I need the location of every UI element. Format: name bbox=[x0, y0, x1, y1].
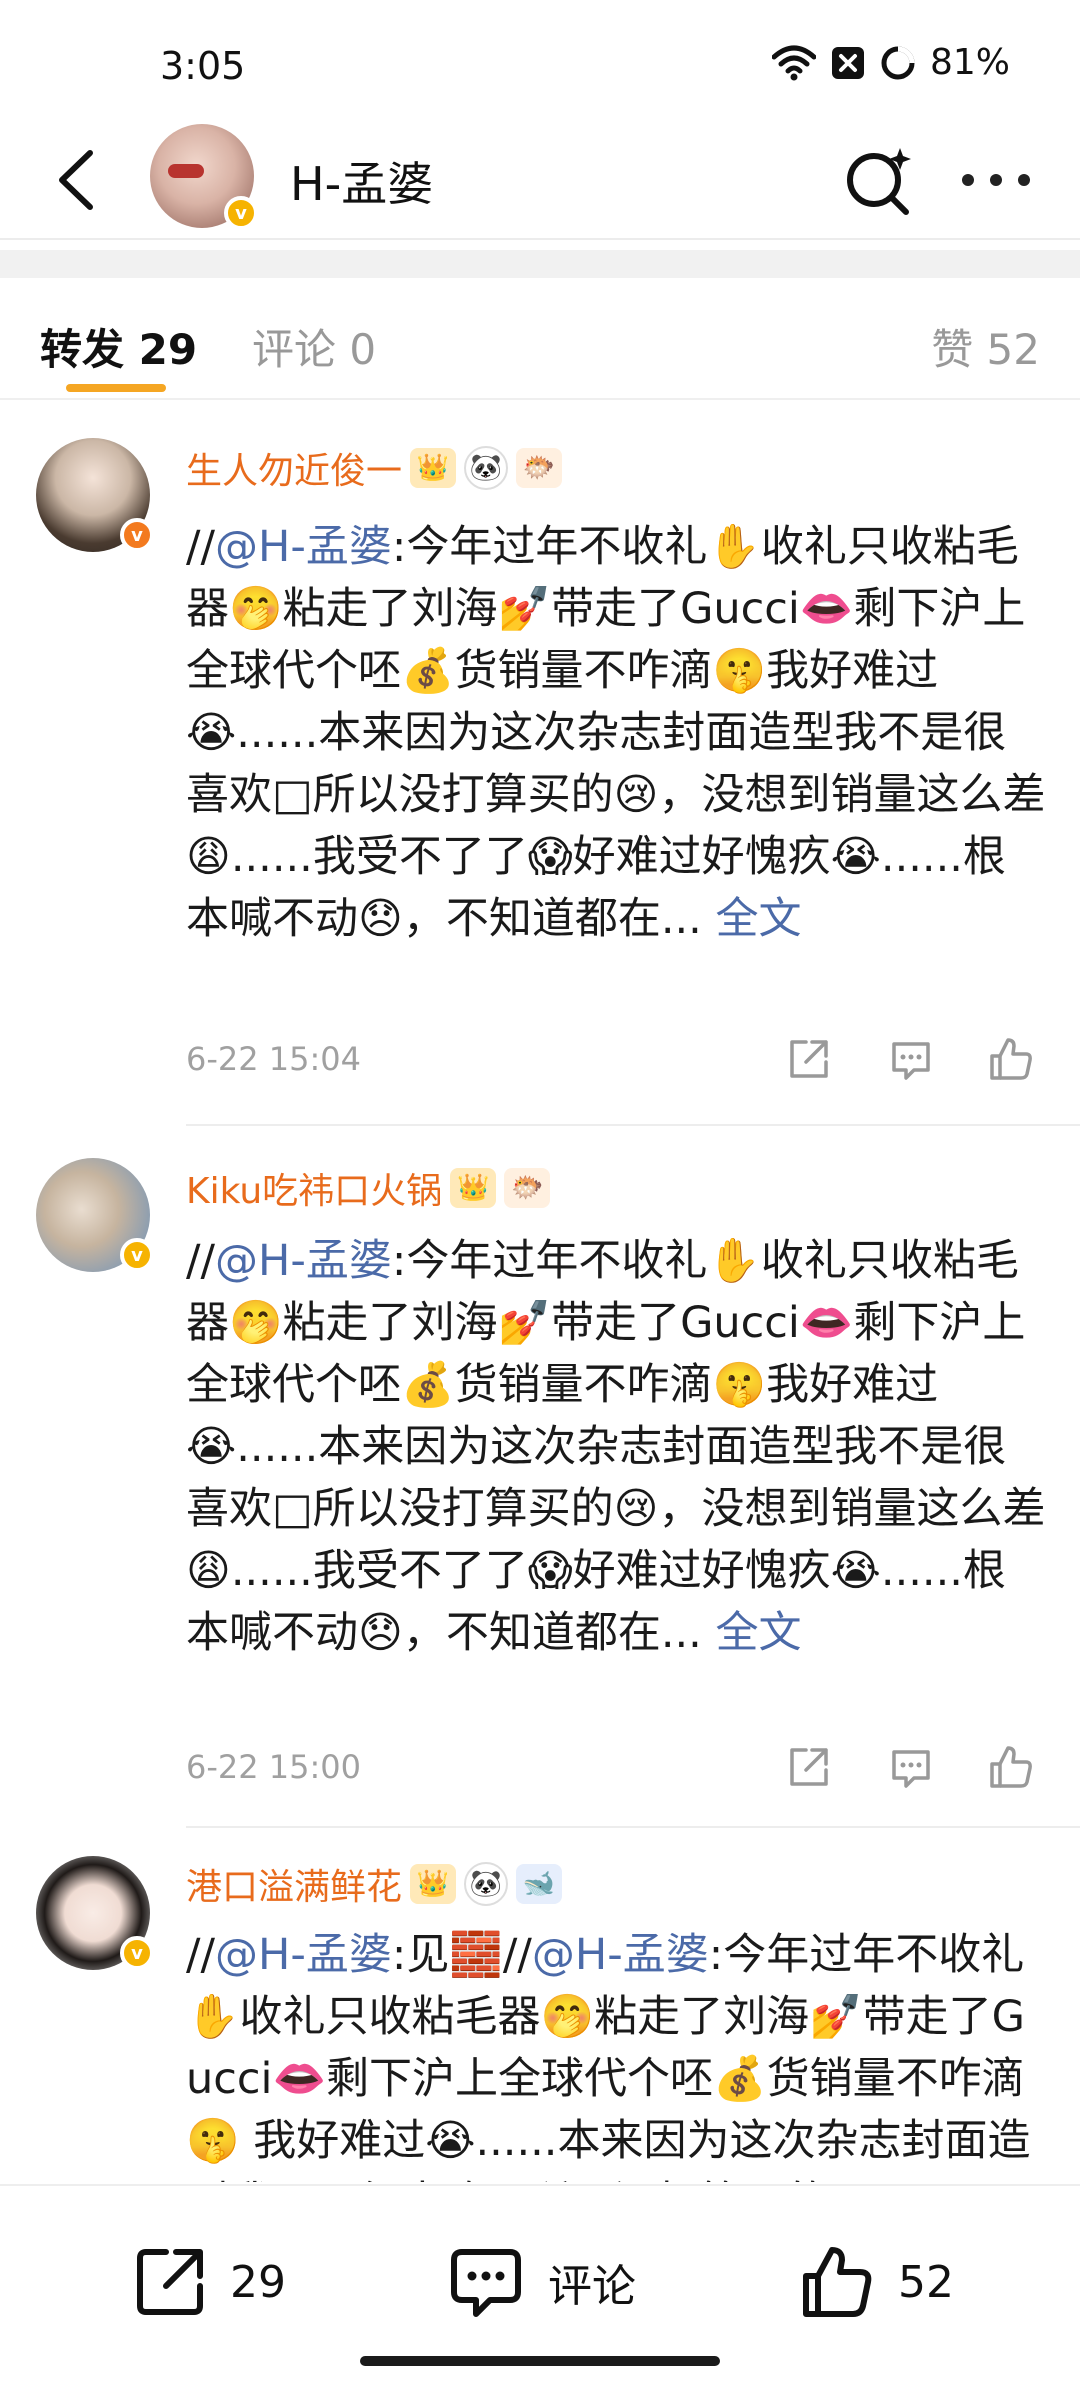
crown-badge-icon: 👑 bbox=[410, 448, 457, 488]
repost-icon bbox=[137, 2249, 203, 2315]
sim-off-icon bbox=[830, 45, 866, 81]
thumbs-up-icon bbox=[990, 1746, 1032, 1788]
username[interactable]: 生人勿近俊一 👑 🐼 🐡 bbox=[186, 442, 563, 494]
post-text: //@H-孟婆:见🧱//@H-孟婆:今年过年不收礼✋收礼只收粘毛器🤭粘走了刘海💅… bbox=[186, 1930, 1031, 2182]
more-button[interactable] bbox=[956, 150, 1036, 210]
avatar[interactable]: v bbox=[36, 438, 154, 552]
verified-badge-icon: v bbox=[120, 1238, 154, 1272]
like-count: 52 bbox=[898, 2256, 954, 2308]
comment-label: 评论 bbox=[548, 2261, 636, 2312]
more-dots-icon bbox=[962, 174, 974, 186]
repost-button[interactable]: 29 bbox=[132, 2244, 286, 2320]
header-avatar[interactable]: v bbox=[150, 124, 258, 230]
mention-link[interactable]: @H-孟婆 bbox=[532, 1930, 709, 1980]
back-button[interactable] bbox=[36, 140, 116, 220]
divider-band bbox=[0, 250, 1080, 278]
share-icon bbox=[790, 1040, 828, 1078]
post-meta: 6-22 15:04 bbox=[186, 1030, 1046, 1090]
divider bbox=[186, 1826, 1080, 1828]
bottom-action-bar: 29 评论 52 bbox=[0, 2184, 1080, 2400]
panda-badge-icon: 🐼 bbox=[464, 446, 509, 490]
comment-icon bbox=[451, 2249, 521, 2317]
crown-badge-icon: 👑 bbox=[410, 1864, 457, 1904]
comment-button[interactable] bbox=[886, 1742, 936, 1792]
search-button[interactable] bbox=[842, 142, 918, 218]
active-tab-indicator bbox=[66, 384, 166, 392]
comment-button[interactable] bbox=[886, 1034, 936, 1084]
page-title: H-孟婆 bbox=[290, 157, 434, 211]
comment-action-button[interactable]: 评论 bbox=[446, 2244, 636, 2320]
username[interactable]: 港口溢满鲜花 👑 🐼 🐋 bbox=[186, 1858, 563, 1910]
whale-badge-icon: 🐋 bbox=[516, 1864, 563, 1904]
avatar[interactable]: v bbox=[36, 1856, 154, 1970]
back-arrow-icon bbox=[59, 150, 93, 210]
comment-icon bbox=[892, 1750, 930, 1788]
timestamp: 6-22 15:00 bbox=[186, 1748, 362, 1786]
status-icons: 81% bbox=[771, 42, 1010, 83]
repost-count: 29 bbox=[230, 2256, 286, 2308]
panda-badge-icon: 🐼 bbox=[464, 1862, 509, 1906]
home-indicator[interactable] bbox=[360, 2356, 720, 2366]
share-icon bbox=[790, 1748, 828, 1786]
full-text-link[interactable]: 全文 bbox=[716, 1608, 802, 1658]
verified-badge-icon: v bbox=[120, 1936, 154, 1970]
status-time: 3:05 bbox=[160, 44, 246, 88]
post-meta: 6-22 15:00 bbox=[186, 1738, 1046, 1798]
post-text: //@H-孟婆:今年过年不收礼✋收礼只收粘毛器🤭粘走了刘海💅带走了Gucci👄剩… bbox=[186, 1236, 1046, 1658]
like-button[interactable] bbox=[986, 1742, 1036, 1792]
avatar[interactable]: v bbox=[36, 1158, 154, 1272]
tab-reposts[interactable]: 转发 29 bbox=[40, 316, 197, 377]
thumbs-up-icon bbox=[990, 1038, 1032, 1080]
post-text: //@H-孟婆:今年过年不收礼✋收礼只收粘毛器🤭粘走了刘海💅带走了Gucci👄剩… bbox=[186, 522, 1046, 944]
thumbs-up-icon bbox=[803, 2247, 872, 2317]
top-header: v H-孟婆 bbox=[0, 120, 1080, 240]
wifi-icon bbox=[771, 45, 816, 81]
mention-link[interactable]: @H-孟婆 bbox=[215, 522, 392, 572]
fish-badge-icon: 🐡 bbox=[504, 1168, 551, 1208]
mention-link[interactable]: @H-孟婆 bbox=[215, 1930, 392, 1980]
share-button[interactable] bbox=[784, 1742, 834, 1792]
status-bar: 3:05 81% bbox=[0, 0, 1080, 120]
tab-comments[interactable]: 评论 0 bbox=[252, 316, 376, 377]
divider bbox=[0, 238, 1080, 240]
fish-badge-icon: 🐡 bbox=[516, 448, 563, 488]
full-text-link[interactable]: 全文 bbox=[716, 894, 802, 944]
timestamp: 6-22 15:04 bbox=[186, 1040, 362, 1078]
battery-ring-icon bbox=[880, 45, 916, 81]
crown-badge-icon: 👑 bbox=[450, 1168, 497, 1208]
tab-likes[interactable]: 赞 52 bbox=[931, 316, 1040, 377]
comment-icon bbox=[892, 1042, 930, 1080]
like-button[interactable] bbox=[986, 1034, 1036, 1084]
share-button[interactable] bbox=[784, 1034, 834, 1084]
tab-bar: 转发 29 评论 0 赞 52 bbox=[0, 290, 1080, 400]
mention-link[interactable]: @H-孟婆 bbox=[215, 1236, 392, 1286]
username[interactable]: Kiku吃祎口火锅 👑 🐡 bbox=[186, 1162, 551, 1214]
divider bbox=[186, 1124, 1080, 1126]
search-sparkle-icon bbox=[847, 148, 911, 215]
verified-badge-icon: v bbox=[120, 518, 154, 552]
repost-list[interactable]: v 生人勿近俊一 👑 🐼 🐡 //@H-孟婆:今年过年不收礼✋收礼只收粘毛器🤭粘… bbox=[0, 402, 1080, 2182]
verified-badge-icon: v bbox=[224, 196, 258, 230]
battery-percent: 81% bbox=[929, 42, 1010, 83]
like-action-button[interactable]: 52 bbox=[800, 2244, 954, 2320]
